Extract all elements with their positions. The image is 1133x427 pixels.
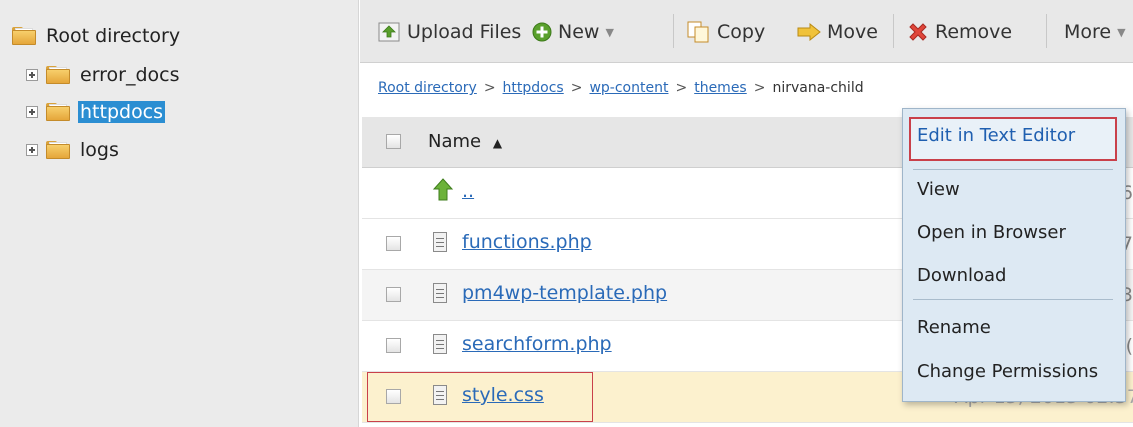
tree-item-label: error_docs: [80, 64, 180, 86]
menu-item-download[interactable]: Download: [917, 265, 1006, 286]
chevron-down-icon: ▼: [605, 25, 614, 39]
menu-item-open-in-browser[interactable]: Open in Browser: [917, 222, 1066, 243]
folder-tree-sidebar: Root directory error_docs httpdocs logs: [0, 0, 359, 427]
toolbar-divider: [893, 14, 894, 48]
tree-item-httpdocs[interactable]: httpdocs: [26, 98, 166, 126]
remove-button[interactable]: Remove: [907, 18, 1012, 46]
row-checkbox[interactable]: [386, 287, 401, 302]
file-name-link[interactable]: searchform.php: [462, 333, 612, 355]
folder-icon: [12, 27, 36, 45]
breadcrumb-current: nirvana-child: [772, 80, 864, 96]
context-menu: Edit in Text Editor View Open in Browser…: [902, 108, 1126, 402]
menu-item-edit-in-text-editor[interactable]: Edit in Text Editor: [917, 125, 1075, 146]
copy-label: Copy: [717, 21, 766, 43]
move-label: Move: [827, 21, 878, 43]
more-button[interactable]: More ▼: [1064, 18, 1126, 46]
file-icon: [432, 232, 448, 252]
up-folder-icon: [432, 178, 454, 201]
expand-icon[interactable]: [26, 106, 38, 118]
select-all-checkbox[interactable]: [386, 134, 401, 149]
menu-item-change-permissions[interactable]: Change Permissions: [917, 361, 1098, 382]
new-button[interactable]: New ▼: [532, 18, 614, 46]
more-label: More: [1064, 21, 1112, 43]
sort-ascending-icon: ▲: [492, 136, 503, 150]
tree-item-logs[interactable]: logs: [26, 136, 121, 164]
remove-label: Remove: [935, 21, 1013, 43]
row-checkbox[interactable]: [386, 338, 401, 353]
file-name-link[interactable]: functions.php: [462, 231, 592, 253]
upload-files-label: Upload Files: [407, 21, 522, 43]
folder-icon: [46, 103, 70, 121]
tree-item-label: logs: [80, 139, 119, 161]
copy-button[interactable]: Copy: [687, 18, 765, 46]
menu-item-rename[interactable]: Rename: [917, 317, 991, 338]
chevron-down-icon: ▼: [1117, 25, 1126, 39]
upload-files-button[interactable]: Upload Files: [378, 18, 521, 46]
folder-icon: [46, 66, 70, 84]
toolbar-divider: [1046, 14, 1047, 48]
parent-directory-link[interactable]: ..: [462, 180, 474, 202]
breadcrumb-link[interactable]: httpdocs: [503, 80, 564, 96]
name-column-header[interactable]: Name ▲: [428, 131, 502, 152]
remove-icon: [909, 23, 927, 41]
expand-icon[interactable]: [26, 69, 38, 81]
toolbar-divider: [673, 14, 674, 48]
breadcrumb-link[interactable]: themes: [694, 80, 747, 96]
breadcrumb-separator: >: [483, 80, 496, 96]
upload-icon: [378, 22, 400, 42]
tree-item-root[interactable]: Root directory: [12, 22, 182, 50]
breadcrumb-link[interactable]: wp-content: [589, 80, 668, 96]
annotation-box: [367, 372, 593, 422]
breadcrumb-separator: >: [570, 80, 583, 96]
file-name-link[interactable]: pm4wp-template.php: [462, 282, 667, 304]
plus-circle-icon: [532, 22, 552, 42]
menu-item-view[interactable]: View: [917, 179, 960, 200]
tree-item-error-docs[interactable]: error_docs: [26, 61, 182, 89]
breadcrumb-separator: >: [675, 80, 688, 96]
copy-icon: [687, 21, 709, 43]
move-button[interactable]: Move: [797, 18, 878, 46]
breadcrumb-link[interactable]: Root directory: [378, 80, 477, 96]
row-checkbox[interactable]: [386, 236, 401, 251]
name-header-label: Name: [428, 131, 482, 152]
breadcrumb: Root directory > httpdocs > wp-content >…: [378, 80, 864, 96]
toolbar: Upload Files New ▼ Copy Move Remove More…: [360, 0, 1133, 63]
new-label: New: [558, 21, 600, 43]
folder-icon: [46, 141, 70, 159]
file-icon: [432, 334, 448, 354]
breadcrumb-separator: >: [753, 80, 766, 96]
tree-item-label: Root directory: [46, 25, 181, 47]
expand-icon[interactable]: [26, 144, 38, 156]
file-icon: [432, 283, 448, 303]
menu-divider: [913, 299, 1113, 300]
menu-divider: [913, 169, 1113, 170]
arrow-right-icon: [797, 23, 821, 41]
tree-item-label: httpdocs: [78, 101, 166, 123]
